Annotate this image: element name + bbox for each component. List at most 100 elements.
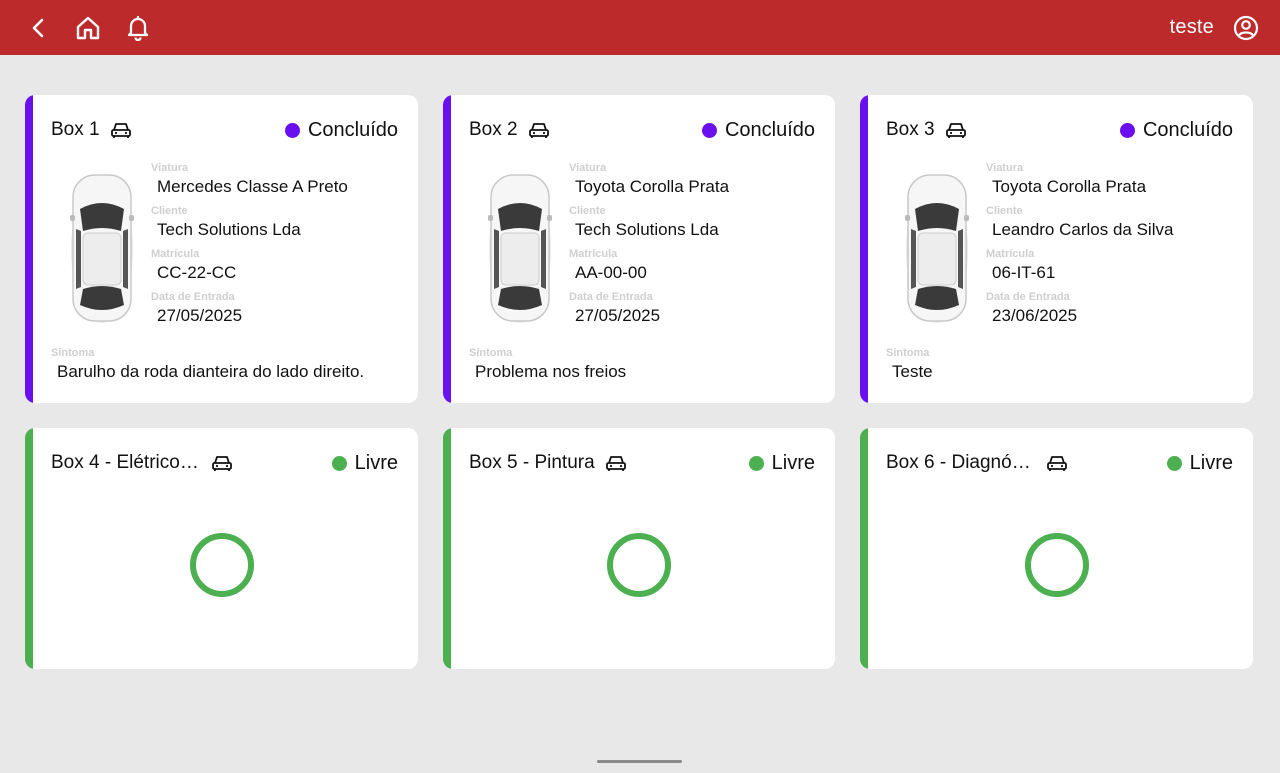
status-dot: [701, 122, 717, 138]
status-label: Concluído: [307, 118, 398, 141]
status-label: Livre: [771, 451, 815, 474]
matricula-value: AA-00-00: [575, 263, 647, 282]
symptom-section: Sintoma Teste: [886, 346, 1246, 389]
viatura-label: Viatura: [569, 162, 607, 174]
loading-spinner-icon: [607, 533, 671, 597]
status-dot: [1166, 455, 1182, 471]
bell-icon[interactable]: [124, 14, 152, 42]
box-title: Box 3: [886, 119, 935, 140]
sintoma-value: Teste: [892, 362, 933, 381]
sintoma-label: Sintoma: [886, 347, 930, 359]
box-card-3[interactable]: Box 3 Concluído Viatura Toyota Corolla P…: [860, 95, 1253, 403]
box-card-2[interactable]: Box 2 Concluído Viatura Toyota Corolla P…: [443, 95, 835, 403]
status-badge: Concluído: [701, 118, 815, 142]
home-indicator: [597, 760, 682, 763]
box-title: Box 4 - Elétrico …: [51, 452, 201, 473]
cliente-label: Cliente: [151, 205, 188, 217]
status-badge: Livre: [331, 451, 398, 475]
matricula-label: Matrícula: [569, 248, 618, 260]
matricula-value: CC-22-CC: [157, 263, 237, 282]
data-entrada-label: Data de Entrada: [569, 291, 653, 303]
viatura-value: Mercedes Classe A Preto: [157, 177, 348, 196]
loading-spinner-icon: [1024, 533, 1089, 597]
matricula-label: Matrícula: [986, 248, 1035, 260]
user-account-icon[interactable]: [1232, 14, 1260, 42]
box-card-5[interactable]: Box 5 - Pintura Livre: [443, 428, 835, 669]
car-top-view-image: [70, 174, 134, 323]
symptom-section: Sintoma Barulho da roda dianteira do lad…: [51, 346, 411, 389]
viatura-value: Toyota Corolla Prata: [575, 177, 730, 196]
top-bar: teste: [0, 0, 1280, 55]
cliente-value: Tech Solutions Lda: [157, 220, 301, 239]
car-icon: [605, 454, 627, 472]
status-label: Concluído: [1142, 118, 1233, 141]
status-label: Concluído: [724, 118, 815, 141]
sintoma-label: Sintoma: [51, 347, 95, 359]
matricula-value: 06-IT-61: [992, 263, 1056, 282]
loading-spinner-icon: [189, 533, 254, 597]
status-dot: [331, 455, 347, 471]
car-icon: [1046, 454, 1068, 472]
box-card-header: Box 6 - Diagnóst… Livre: [886, 450, 1233, 476]
cliente-label: Cliente: [986, 205, 1023, 217]
box-card-1[interactable]: Box 1 Concluído Viatura Mercedes Classe …: [25, 95, 418, 403]
box-title-group: Box 1: [51, 119, 132, 141]
sintoma-label: Sintoma: [469, 347, 513, 359]
status-label: Livre: [1189, 451, 1233, 474]
car-top-view-image: [488, 174, 552, 323]
status-dot: [748, 455, 764, 471]
box-card-header: Box 4 - Elétrico … Livre: [51, 450, 398, 476]
box-title-group: Box 3: [886, 119, 967, 141]
vehicle-info: Viatura Toyota Corolla Prata Cliente Tec…: [569, 161, 819, 333]
box-card-header: Box 2 Concluído: [469, 117, 815, 143]
box-title-group: Box 2: [469, 119, 550, 141]
cliente-value: Tech Solutions Lda: [575, 220, 719, 239]
status-badge: Livre: [748, 451, 815, 475]
data-entrada-value: 27/05/2025: [157, 306, 243, 325]
box-title-group: Box 5 - Pintura: [469, 452, 627, 474]
viatura-label: Viatura: [986, 162, 1024, 174]
top-bar-user: teste: [1170, 14, 1260, 42]
box-card-header: Box 1 Concluído: [51, 117, 398, 143]
status-badge: Concluído: [284, 118, 398, 142]
home-icon[interactable]: [74, 14, 102, 42]
car-image: [69, 169, 135, 325]
username-label: teste: [1169, 16, 1214, 38]
status-label: Livre: [354, 451, 398, 474]
box-card-6[interactable]: Box 6 - Diagnóst… Livre: [860, 428, 1253, 669]
sintoma-value: Problema nos freios: [475, 362, 627, 381]
back-icon[interactable]: [24, 14, 52, 42]
car-icon: [211, 454, 233, 472]
status-badge: Livre: [1166, 451, 1233, 475]
data-entrada-label: Data de Entrada: [151, 291, 235, 303]
box-title: Box 5 - Pintura: [469, 452, 595, 473]
car-top-view-image: [905, 174, 969, 323]
matricula-label: Matrícula: [151, 248, 200, 260]
status-badge: Concluído: [1119, 118, 1233, 142]
car-image: [487, 169, 553, 325]
vehicle-info: Viatura Mercedes Classe A Preto Cliente …: [151, 161, 401, 333]
box-card-header: Box 5 - Pintura Livre: [469, 450, 815, 476]
data-entrada-value: 27/05/2025: [575, 306, 661, 325]
vehicle-info: Viatura Toyota Corolla Prata Cliente Lea…: [986, 161, 1236, 333]
viatura-value: Toyota Corolla Prata: [992, 177, 1147, 196]
car-icon: [945, 121, 967, 139]
cliente-value: Leandro Carlos da Silva: [992, 220, 1174, 239]
data-entrada-label: Data de Entrada: [986, 291, 1070, 303]
box-title-group: Box 6 - Diagnóst…: [886, 452, 1068, 474]
viatura-label: Viatura: [151, 162, 189, 174]
box-card-header: Box 3 Concluído: [886, 117, 1233, 143]
box-title: Box 6 - Diagnóst…: [886, 452, 1036, 473]
box-title: Box 2: [469, 119, 518, 140]
data-entrada-value: 23/06/2025: [992, 306, 1078, 325]
status-dot: [1119, 122, 1135, 138]
car-icon: [110, 121, 132, 139]
cliente-label: Cliente: [569, 205, 606, 217]
car-icon: [528, 121, 550, 139]
box-title: Box 1: [51, 119, 100, 140]
sintoma-value: Barulho da roda dianteira do lado direit…: [57, 362, 365, 381]
status-dot: [284, 122, 300, 138]
car-image: [904, 169, 970, 325]
box-card-4[interactable]: Box 4 - Elétrico … Livre: [25, 428, 418, 669]
symptom-section: Sintoma Problema nos freios: [469, 346, 829, 389]
